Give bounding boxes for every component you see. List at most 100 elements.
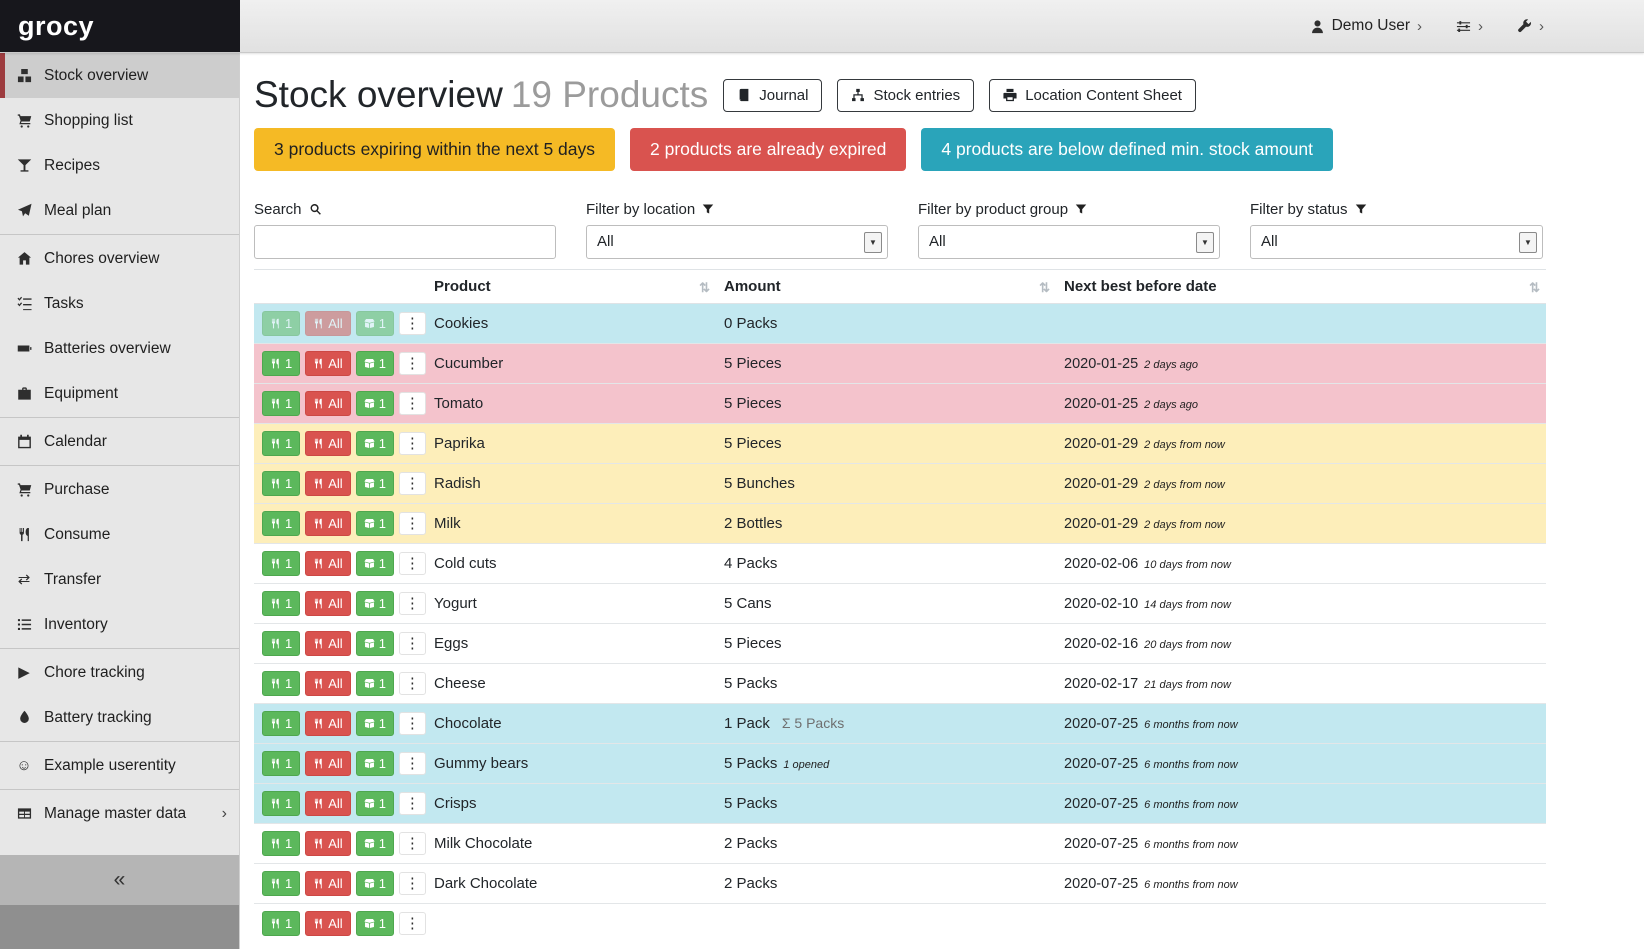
settings-menu[interactable]: › bbox=[1456, 18, 1483, 35]
consume-all-button[interactable]: All bbox=[305, 311, 350, 336]
consume-all-button[interactable]: All bbox=[305, 351, 350, 376]
consume-one-button[interactable]: 1 bbox=[262, 791, 300, 816]
expiring-products-banner[interactable]: 3 products expiring within the next 5 da… bbox=[254, 128, 615, 171]
open-one-button[interactable]: 1 bbox=[356, 671, 394, 696]
row-menu-button[interactable]: ⋮ bbox=[399, 552, 426, 575]
consume-one-button[interactable]: 1 bbox=[262, 831, 300, 856]
admin-menu[interactable]: › bbox=[1517, 18, 1544, 35]
open-one-button[interactable]: 1 bbox=[356, 631, 394, 656]
sidebar-item-battery-tracking[interactable]: Battery tracking bbox=[0, 695, 239, 740]
open-one-button[interactable]: 1 bbox=[356, 351, 394, 376]
consume-one-button[interactable]: 1 bbox=[262, 711, 300, 736]
consume-all-button[interactable]: All bbox=[305, 791, 350, 816]
row-menu-button[interactable]: ⋮ bbox=[399, 392, 426, 415]
consume-all-button[interactable]: All bbox=[305, 391, 350, 416]
consume-one-button[interactable]: 1 bbox=[262, 551, 300, 576]
open-one-button[interactable]: 1 bbox=[356, 471, 394, 496]
row-menu-button[interactable]: ⋮ bbox=[399, 832, 426, 855]
row-menu-button[interactable]: ⋮ bbox=[399, 632, 426, 655]
consume-one-button[interactable]: 1 bbox=[262, 591, 300, 616]
consume-all-button[interactable]: All bbox=[305, 431, 350, 456]
row-menu-button[interactable]: ⋮ bbox=[399, 672, 426, 695]
open-one-button[interactable]: 1 bbox=[356, 591, 394, 616]
sidebar-item-manage-master-data[interactable]: Manage master data› bbox=[0, 791, 239, 836]
consume-one-button[interactable]: 1 bbox=[262, 631, 300, 656]
consume-one-button[interactable]: 1 bbox=[262, 471, 300, 496]
status-filter-select[interactable]: All ▼ bbox=[1250, 225, 1543, 259]
grocy-logo[interactable]: grocy bbox=[0, 0, 240, 52]
row-menu-button[interactable]: ⋮ bbox=[399, 712, 426, 735]
consume-all-button[interactable]: All bbox=[305, 831, 350, 856]
consume-one-button[interactable]: 1 bbox=[262, 311, 300, 336]
open-one-button[interactable]: 1 bbox=[356, 751, 394, 776]
sidebar-item-stock-overview[interactable]: Stock overview bbox=[0, 53, 239, 98]
user-menu[interactable]: Demo User › bbox=[1310, 17, 1422, 35]
expired-products-banner[interactable]: 2 products are already expired bbox=[630, 128, 906, 171]
product-group-filter-select[interactable]: All ▼ bbox=[918, 225, 1220, 259]
row-menu-button[interactable]: ⋮ bbox=[399, 512, 426, 535]
row-menu-button[interactable]: ⋮ bbox=[399, 752, 426, 775]
below-min-stock-banner[interactable]: 4 products are below defined min. stock … bbox=[921, 128, 1333, 171]
row-menu-button[interactable]: ⋮ bbox=[399, 432, 426, 455]
open-one-button[interactable]: 1 bbox=[356, 391, 394, 416]
consume-all-button[interactable]: All bbox=[305, 671, 350, 696]
location-content-sheet-button[interactable]: Location Content Sheet bbox=[989, 79, 1196, 112]
sidebar-item-inventory[interactable]: Inventory bbox=[0, 602, 239, 647]
sidebar-collapse-button[interactable]: « bbox=[0, 855, 239, 905]
sidebar-item-tasks[interactable]: Tasks bbox=[0, 281, 239, 326]
open-one-button[interactable]: 1 bbox=[356, 711, 394, 736]
open-one-button[interactable]: 1 bbox=[356, 911, 394, 936]
stock-entries-button[interactable]: Stock entries bbox=[837, 79, 974, 112]
open-one-button[interactable]: 1 bbox=[356, 551, 394, 576]
row-menu-button[interactable]: ⋮ bbox=[399, 312, 426, 335]
open-one-button[interactable]: 1 bbox=[356, 831, 394, 856]
consume-one-button[interactable]: 1 bbox=[262, 671, 300, 696]
row-menu-button[interactable]: ⋮ bbox=[399, 472, 426, 495]
consume-all-button[interactable]: All bbox=[305, 511, 350, 536]
row-menu-button[interactable]: ⋮ bbox=[399, 872, 426, 895]
sidebar-item-calendar[interactable]: Calendar bbox=[0, 419, 239, 464]
consume-one-button[interactable]: 1 bbox=[262, 511, 300, 536]
sidebar-item-meal-plan[interactable]: Meal plan bbox=[0, 188, 239, 233]
sidebar-item-transfer[interactable]: ⇄Transfer bbox=[0, 557, 239, 602]
search-input[interactable] bbox=[254, 225, 556, 259]
best-before-column-header[interactable]: Next best before date ⇅ bbox=[1056, 269, 1546, 303]
sidebar-item-example-userentity[interactable]: ☺Example userentity bbox=[0, 743, 239, 788]
sidebar-item-shopping-list[interactable]: Shopping list bbox=[0, 98, 239, 143]
amount-column-header[interactable]: Amount ⇅ bbox=[716, 269, 1056, 303]
consume-one-button[interactable]: 1 bbox=[262, 871, 300, 896]
consume-all-button[interactable]: All bbox=[305, 591, 350, 616]
product-column-header[interactable]: Product ⇅ bbox=[426, 269, 716, 303]
consume-one-button[interactable]: 1 bbox=[262, 351, 300, 376]
sidebar-item-consume[interactable]: Consume bbox=[0, 512, 239, 557]
consume-all-button[interactable]: All bbox=[305, 711, 350, 736]
open-one-button[interactable]: 1 bbox=[356, 791, 394, 816]
sidebar-item-chore-tracking[interactable]: ▶Chore tracking bbox=[0, 650, 239, 695]
sort-icon[interactable]: ⇅ bbox=[1529, 280, 1540, 296]
consume-one-button[interactable]: 1 bbox=[262, 751, 300, 776]
open-one-button[interactable]: 1 bbox=[356, 871, 394, 896]
consume-all-button[interactable]: All bbox=[305, 871, 350, 896]
open-one-button[interactable]: 1 bbox=[356, 431, 394, 456]
sidebar-item-equipment[interactable]: Equipment bbox=[0, 371, 239, 416]
sidebar-item-recipes[interactable]: Recipes bbox=[0, 143, 239, 188]
sidebar-item-chores-overview[interactable]: Chores overview bbox=[0, 236, 239, 281]
sort-icon[interactable]: ⇅ bbox=[1039, 280, 1050, 296]
consume-one-button[interactable]: 1 bbox=[262, 391, 300, 416]
sidebar-item-batteries-overview[interactable]: Batteries overview bbox=[0, 326, 239, 371]
row-menu-button[interactable]: ⋮ bbox=[399, 352, 426, 375]
open-one-button[interactable]: 1 bbox=[356, 311, 394, 336]
row-menu-button[interactable]: ⋮ bbox=[399, 792, 426, 815]
row-menu-button[interactable]: ⋮ bbox=[399, 912, 426, 935]
consume-all-button[interactable]: All bbox=[305, 631, 350, 656]
sidebar-item-purchase[interactable]: Purchase bbox=[0, 467, 239, 512]
consume-one-button[interactable]: 1 bbox=[262, 431, 300, 456]
consume-all-button[interactable]: All bbox=[305, 471, 350, 496]
location-filter-select[interactable]: All ▼ bbox=[586, 225, 888, 259]
consume-all-button[interactable]: All bbox=[305, 911, 350, 936]
sort-icon[interactable]: ⇅ bbox=[699, 280, 710, 296]
consume-all-button[interactable]: All bbox=[305, 551, 350, 576]
consume-all-button[interactable]: All bbox=[305, 751, 350, 776]
journal-button[interactable]: Journal bbox=[723, 79, 822, 112]
consume-one-button[interactable]: 1 bbox=[262, 911, 300, 936]
